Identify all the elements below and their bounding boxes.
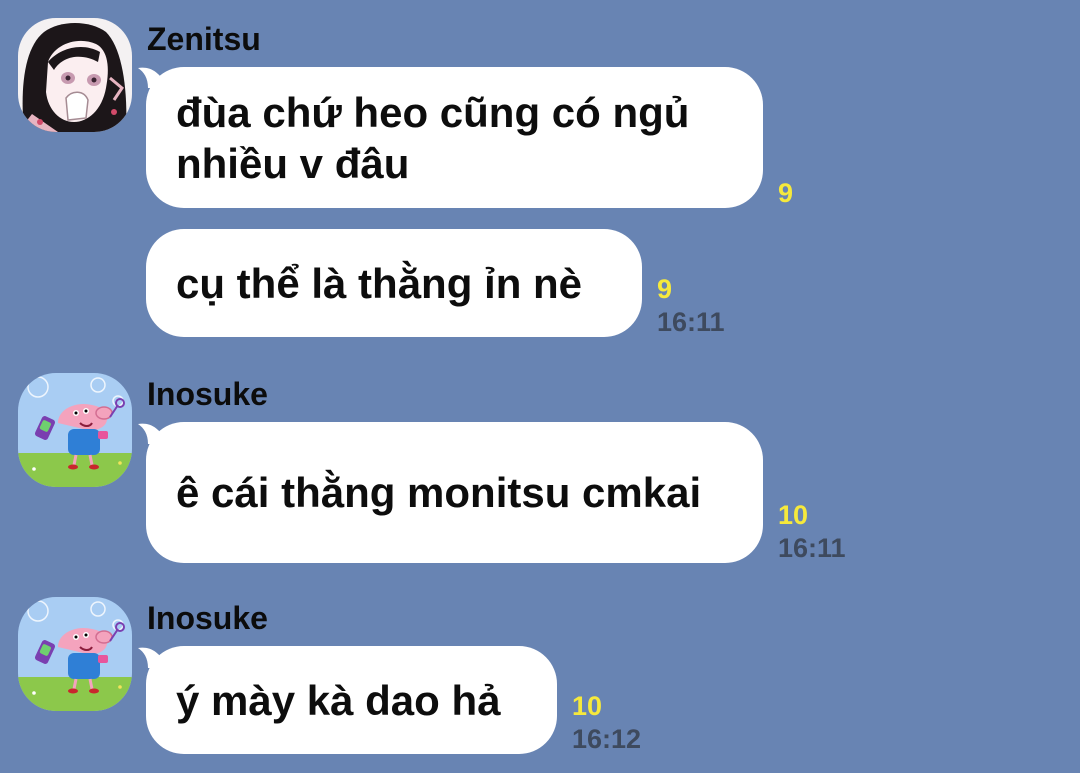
- message-text: ý mày kà dao hả: [176, 676, 501, 724]
- message-text: ê cái thằng monitsu cmkai: [176, 469, 702, 516]
- message-meta: 9 16:11: [657, 273, 725, 339]
- timestamp: 16:11: [778, 533, 846, 563]
- message-bubble[interactable]: đùa chứ heo cũng có ngủ nhiều v đâu: [146, 67, 763, 208]
- sender-name: Zenitsu: [147, 21, 261, 57]
- message-bubble[interactable]: cụ thể là thằng ỉn nè: [146, 229, 642, 337]
- message-bubble[interactable]: ý mày kà dao hả: [146, 646, 557, 754]
- message-text: đùa chứ heo cũng có ngủ nhiều v đâu: [176, 88, 690, 187]
- sender-name: Inosuke: [147, 376, 268, 412]
- message-meta: 9: [778, 177, 793, 210]
- timestamp: 16:12: [572, 724, 642, 754]
- pig-cartoon-avatar-icon[interactable]: [18, 373, 132, 487]
- read-count: 10: [572, 691, 603, 721]
- message-meta: 10 16:11: [778, 499, 846, 565]
- sender-name: Inosuke: [147, 600, 268, 636]
- pig-cartoon-avatar-icon[interactable]: [18, 597, 132, 711]
- anime-girl-avatar-icon[interactable]: [18, 18, 132, 132]
- read-count: 9: [657, 274, 673, 304]
- read-count: 9: [778, 178, 794, 208]
- message-bubble[interactable]: ê cái thằng monitsu cmkai: [146, 422, 763, 563]
- message-text: cụ thể là thằng ỉn nè: [176, 259, 583, 307]
- timestamp: 16:11: [657, 307, 725, 337]
- read-count: 10: [778, 500, 809, 530]
- message-meta: 10 16:12: [572, 690, 641, 756]
